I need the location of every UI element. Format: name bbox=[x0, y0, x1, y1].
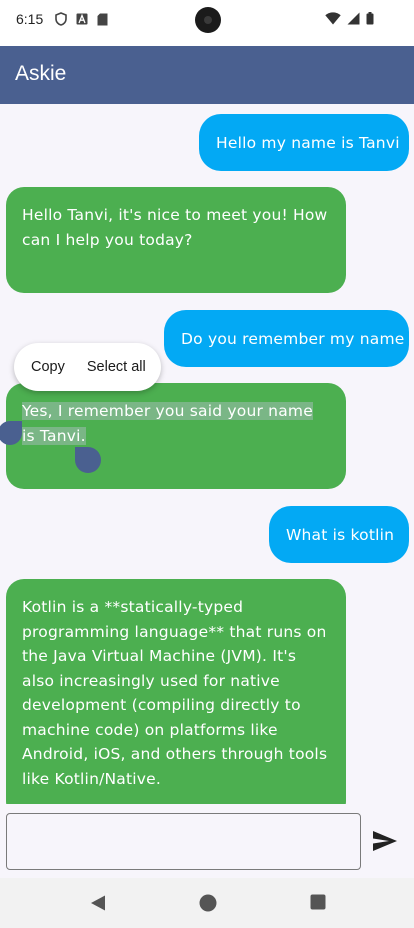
copy-button[interactable]: Copy bbox=[31, 359, 65, 375]
user-message-bubble[interactable]: What is kotlin bbox=[269, 506, 409, 563]
select-all-button[interactable]: Select all bbox=[87, 359, 146, 375]
bot-message-bubble[interactable]: Hello Tanvi, it's nice to meet you! How … bbox=[6, 187, 346, 293]
text-selection-menu: Copy Select all bbox=[14, 343, 161, 391]
nav-home-button[interactable] bbox=[199, 894, 217, 916]
message-text[interactable]: Hello my name is Tanvi bbox=[216, 134, 400, 152]
message-composer bbox=[0, 804, 414, 878]
system-navigation-bar bbox=[0, 878, 414, 928]
nav-recents-button[interactable] bbox=[310, 894, 326, 914]
chat-list[interactable]: Hello my name is Tanvi Hello Tanvi, it's… bbox=[0, 104, 414, 804]
bot-message-bubble-selected[interactable]: Yes, I remember you said your name is Ta… bbox=[0, 383, 346, 489]
message-text[interactable]: Hello Tanvi, it's nice to meet you! How … bbox=[22, 206, 327, 249]
nav-home-icon bbox=[199, 894, 217, 912]
sd-card-icon bbox=[97, 13, 108, 25]
nav-back-button[interactable] bbox=[89, 894, 107, 916]
shield-icon bbox=[55, 12, 67, 26]
send-icon bbox=[373, 831, 397, 851]
nav-recents-icon bbox=[310, 894, 326, 910]
text-a-icon bbox=[76, 13, 88, 25]
send-button[interactable] bbox=[372, 830, 398, 852]
message-text[interactable]: Do you remember my name bbox=[181, 330, 405, 348]
status-notification-icons bbox=[55, 12, 108, 26]
user-message-bubble[interactable]: Hello my name is Tanvi bbox=[199, 114, 409, 171]
wifi-icon bbox=[325, 12, 341, 25]
app-title: Askie bbox=[15, 62, 67, 85]
bot-message-bubble[interactable]: Kotlin is a **statically-typed programmi… bbox=[6, 579, 346, 804]
message-text[interactable]: Kotlin is a **statically-typed programmi… bbox=[22, 598, 327, 788]
signal-icon bbox=[347, 12, 360, 25]
user-message-bubble[interactable]: Do you remember my name bbox=[164, 310, 409, 367]
battery-icon bbox=[366, 12, 374, 25]
selection-start-handle[interactable] bbox=[0, 421, 22, 445]
status-system-icons bbox=[325, 12, 374, 25]
nav-back-icon bbox=[91, 895, 105, 911]
message-input[interactable] bbox=[6, 813, 361, 870]
status-time: 6:15 bbox=[16, 11, 44, 27]
selection-end-handle[interactable] bbox=[75, 447, 101, 473]
app-bar: Askie bbox=[0, 46, 414, 104]
status-bar: 6:15 bbox=[0, 0, 414, 46]
selected-message-text[interactable]: Yes, I remember you said your name is Ta… bbox=[22, 402, 313, 445]
message-text[interactable]: What is kotlin bbox=[286, 526, 394, 544]
front-camera bbox=[195, 7, 221, 33]
